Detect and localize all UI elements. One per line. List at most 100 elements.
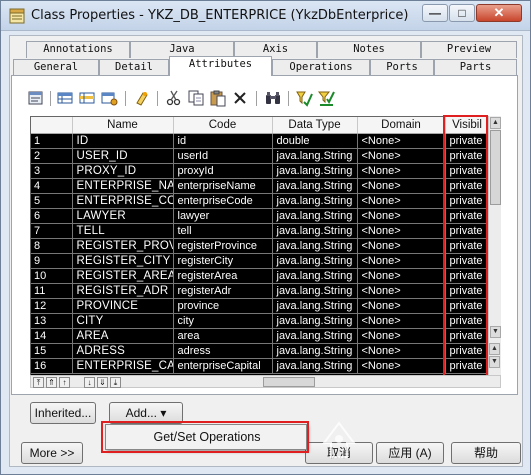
tab-preview[interactable]: Preview [421,41,517,58]
row-number-cell[interactable]: 5 [31,193,73,209]
row-number-cell[interactable]: 2 [31,148,73,164]
move-down-icon[interactable]: ↓ [84,377,95,388]
attribute-name-cell[interactable]: ADRESS [72,343,174,359]
paste-icon[interactable] [209,89,227,107]
copy-icon[interactable] [187,89,205,107]
table-row[interactable]: 11 REGISTER_ADR registerAdr java.lang.Strin… [31,283,490,299]
row-number-cell[interactable]: 12 [31,298,73,314]
scroll-up-icon[interactable]: ▲ [490,117,501,129]
domain-cell[interactable]: <None> [357,208,446,224]
row-number-cell[interactable]: 16 [31,358,73,374]
properties-icon[interactable] [27,89,45,107]
row-number-cell[interactable]: 14 [31,328,73,344]
attribute-code-cell[interactable]: enterpriseCapital [173,358,273,374]
tab-ports[interactable]: Ports [370,59,434,76]
delete-icon[interactable] [231,89,249,107]
row-number-cell[interactable]: 8 [31,238,73,254]
attribute-code-cell[interactable]: registerProvince [173,238,273,254]
column-header-visibility[interactable]: Visibil [445,117,490,134]
close-button[interactable]: ✕ [476,4,522,22]
domain-cell[interactable]: <None> [357,238,446,254]
attribute-code-cell[interactable]: userId [173,148,273,164]
row-number-cell[interactable]: 1 [31,133,73,149]
table-row[interactable]: 16 ENTERPRISE_CA enterpriseCapital java.lan… [31,358,490,374]
domain-cell[interactable]: <None> [357,358,446,374]
tab-operations[interactable]: Operations [272,59,370,76]
move-page-up-icon[interactable]: ⇑ [46,377,57,388]
visibility-cell[interactable]: private [445,253,490,269]
horizontal-scroll-thumb[interactable] [263,377,315,387]
domain-cell[interactable]: <None> [357,343,446,359]
table-row[interactable]: 7 TELL tell java.lang.String <None> private [31,223,490,239]
attribute-code-cell[interactable]: proxyId [173,163,273,179]
attribute-name-cell[interactable]: ENTERPRISE_CA [72,358,174,374]
add-attributes-icon[interactable] [100,89,118,107]
table-row[interactable]: 15 ADRESS adress java.lang.String <None> priv… [31,343,490,359]
column-header-name[interactable]: Name [72,117,174,134]
table-row[interactable]: 13 CITY city java.lang.String <None> private [31,313,490,329]
attribute-name-cell[interactable]: PROVINCE [72,298,174,314]
visibility-cell[interactable]: private [445,313,490,329]
domain-cell[interactable]: <None> [357,193,446,209]
tab-parts[interactable]: Parts [434,59,517,76]
row-down-icon[interactable]: ▼ [489,356,500,368]
data-type-cell[interactable]: java.lang.String [272,238,358,254]
table-row[interactable]: 9 REGISTER_CITY registerCity java.lang.Stri… [31,253,490,269]
attribute-code-cell[interactable]: tell [173,223,273,239]
data-type-cell[interactable]: java.lang.String [272,178,358,194]
attribute-name-cell[interactable]: ID [72,133,174,149]
attribute-name-cell[interactable]: REGISTER_CITY [72,253,174,269]
attribute-code-cell[interactable]: registerCity [173,253,273,269]
table-row[interactable]: 4 ENTERPRISE_NA enterpriseName java.lang.St… [31,178,490,194]
attribute-code-cell[interactable]: lawyer [173,208,273,224]
data-type-cell[interactable]: java.lang.String [272,148,358,164]
domain-cell[interactable]: <None> [357,178,446,194]
row-number-cell[interactable]: 10 [31,268,73,284]
data-type-cell[interactable]: java.lang.String [272,313,358,329]
attribute-name-cell[interactable]: REGISTER_PROVI [72,238,174,254]
scroll-down-icon[interactable]: ▼ [490,326,501,338]
attribute-name-cell[interactable]: PROXY_ID [72,163,174,179]
inherited-button[interactable]: Inherited... [30,402,96,424]
table-row[interactable]: 8 REGISTER_PROVI registerProvince java.lang… [31,238,490,254]
attribute-name-cell[interactable]: REGISTER_AREA [72,268,174,284]
attribute-name-cell[interactable]: REGISTER_ADR [72,283,174,299]
more-button[interactable]: More >> [21,442,83,464]
attribute-code-cell[interactable]: id [173,133,273,149]
move-top-icon[interactable]: ⤒ [33,377,44,388]
attribute-name-cell[interactable]: CITY [72,313,174,329]
cancel-button[interactable]: 取消 [305,442,373,464]
attribute-code-cell[interactable]: adress [173,343,273,359]
domain-cell[interactable]: <None> [357,148,446,164]
table-row[interactable]: 2 USER_ID userId java.lang.String <None> priv… [31,148,490,164]
tab-annotations[interactable]: Annotations [26,41,130,58]
visibility-cell[interactable]: private [445,328,490,344]
domain-cell[interactable]: <None> [357,133,446,149]
domain-cell[interactable]: <None> [357,268,446,284]
table-row[interactable]: 10 REGISTER_AREA registerArea java.lang.Str… [31,268,490,284]
move-bottom-icon[interactable]: ⤓ [110,377,121,388]
column-header-data-type[interactable]: Data Type [272,117,358,134]
vertical-scrollbar[interactable]: ▲ ▼ [488,116,501,378]
row-number-cell[interactable]: 4 [31,178,73,194]
visibility-cell[interactable]: private [445,223,490,239]
attribute-code-cell[interactable]: province [173,298,273,314]
table-row[interactable]: 12 PROVINCE province java.lang.String <None>… [31,298,490,314]
data-type-cell[interactable]: java.lang.String [272,343,358,359]
attribute-code-cell[interactable]: area [173,328,273,344]
visibility-cell[interactable]: private [445,298,490,314]
attribute-name-cell[interactable]: ENTERPRISE_NA [72,178,174,194]
row-number-cell[interactable]: 6 [31,208,73,224]
data-type-cell[interactable]: java.lang.String [272,223,358,239]
apply-button[interactable]: 应用 (A) [376,442,444,464]
data-type-cell[interactable]: java.lang.String [272,298,358,314]
minimize-button[interactable]: — [422,4,448,22]
data-type-cell[interactable]: java.lang.String [272,268,358,284]
visibility-cell[interactable]: private [445,178,490,194]
visibility-cell[interactable]: private [445,343,490,359]
add-row-icon[interactable] [56,89,74,107]
table-row[interactable]: 14 AREA area java.lang.String <None> private [31,328,490,344]
data-type-cell[interactable]: java.lang.String [272,253,358,269]
move-up-icon[interactable]: ↑ [59,377,70,388]
menu-item-get-set-operations[interactable]: Get/Set Operations [114,428,300,446]
